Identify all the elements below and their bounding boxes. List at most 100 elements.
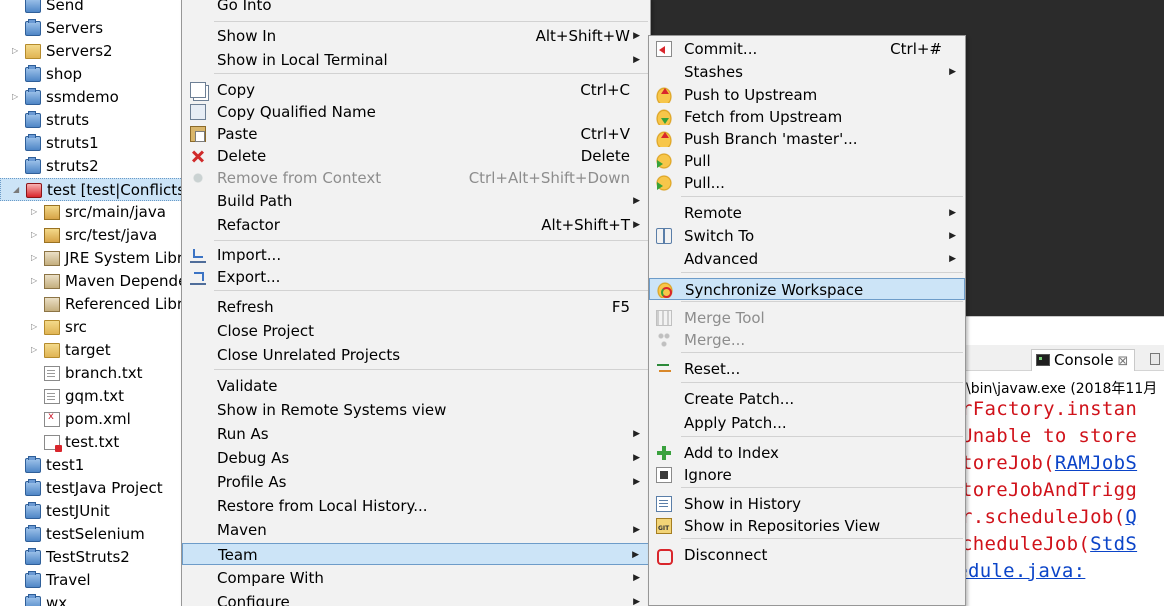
tree-item-teststruts2[interactable]: TestStruts2 <box>0 546 183 569</box>
tree-item-travel[interactable]: Travel <box>0 569 183 592</box>
menu-item-stashes[interactable]: Stashes ▶ <box>649 61 965 83</box>
tree-item-testselenium[interactable]: testSelenium <box>0 523 183 546</box>
tree-expand-icon[interactable]: ▷ <box>31 322 39 332</box>
tree-expand-icon[interactable]: ▷ <box>31 345 39 355</box>
tree-expand-icon[interactable]: ▷ <box>31 276 39 286</box>
menu-item-label: Validate <box>217 377 278 395</box>
tree-item-struts2[interactable]: struts2 <box>0 155 183 178</box>
tree-collapse-icon[interactable]: ◢ <box>13 185 21 195</box>
console-stack-link[interactable]: RAMJobS <box>1055 452 1137 474</box>
menu-item-synchronize-workspace[interactable]: Synchronize Workspace <box>649 278 965 300</box>
tree-item-test-test-conflicts[interactable]: ◢ test [test|Conflicts <box>0 178 183 201</box>
menu-item-export[interactable]: Export... <box>182 266 650 288</box>
ignore-icon <box>656 467 672 483</box>
menu-item-compare-with[interactable]: Compare With ▶ <box>182 567 650 589</box>
menu-item-show-in-history[interactable]: Show in History <box>649 493 965 515</box>
menu-item-paste[interactable]: Paste Ctrl+V <box>182 123 650 145</box>
tree-item-src[interactable]: ▷ src <box>0 316 183 339</box>
menu-item-remote[interactable]: Remote ▶ <box>649 202 965 224</box>
menu-item-label: Commit... <box>684 40 758 58</box>
tree-item-test-txt[interactable]: test.txt <box>0 431 183 454</box>
tree-expand-icon[interactable]: ▷ <box>31 230 39 240</box>
tree-item-testjava-project[interactable]: testJava Project <box>0 477 183 500</box>
tree-item-struts[interactable]: struts <box>0 109 183 132</box>
tree-item-send[interactable]: Send <box>0 0 183 17</box>
tree-expand-icon[interactable]: ▷ <box>31 253 39 263</box>
tree-item-maven-depende[interactable]: ▷ Maven Depende <box>0 270 183 293</box>
console-stack-link[interactable]: Q <box>1125 506 1137 528</box>
menu-item-configure[interactable]: Configure ▶ <box>182 591 650 606</box>
menu-item-show-in-repositories-view[interactable]: Show in Repositories View <box>649 515 965 537</box>
close-icon[interactable]: ⊠ <box>1118 352 1129 372</box>
menu-item-label: Maven <box>217 521 267 539</box>
menu-item-delete[interactable]: Delete Delete <box>182 145 650 167</box>
tree-item-target[interactable]: ▷ target <box>0 339 183 362</box>
console-stack-link[interactable]: StdS <box>1090 533 1137 555</box>
menu-item-commit[interactable]: Commit... Ctrl+# <box>649 38 965 60</box>
menu-item-label: Merge Tool <box>684 309 765 327</box>
menu-item-restore-from-local-history[interactable]: Restore from Local History... <box>182 495 650 517</box>
tree-item-pom-xml[interactable]: pom.xml <box>0 408 183 431</box>
menu-item-create-patch[interactable]: Create Patch... <box>649 388 965 410</box>
tree-item-shop[interactable]: shop <box>0 63 183 86</box>
menu-item-profile-as[interactable]: Profile As ▶ <box>182 471 650 493</box>
text-file-icon <box>44 389 60 404</box>
menu-item-refactor[interactable]: Refactor Alt+Shift+T ▶ <box>182 214 650 236</box>
tree-expand-icon[interactable]: ▷ <box>31 207 39 217</box>
tree-item-ssmdemo[interactable]: ▷ ssmdemo <box>0 86 183 109</box>
menu-item-close-project[interactable]: Close Project <box>182 320 650 342</box>
menu-item-advanced[interactable]: Advanced ▶ <box>649 248 965 270</box>
tree-item-label: Referenced Libr <box>65 295 183 313</box>
menu-item-label: Pull... <box>684 174 725 192</box>
tree-item-src-test-java[interactable]: ▷ src/test/java <box>0 224 183 247</box>
tree-item-servers2[interactable]: ▷ Servers2 <box>0 40 183 63</box>
menu-item-label: Synchronize Workspace <box>685 281 864 299</box>
tree-expand-icon[interactable]: ▷ <box>12 46 20 56</box>
menu-item-build-path[interactable]: Build Path ▶ <box>182 190 650 212</box>
menu-item-run-as[interactable]: Run As ▶ <box>182 423 650 445</box>
tree-item-branch-txt[interactable]: branch.txt <box>0 362 183 385</box>
menu-item-copy-qualified-name[interactable]: Copy Qualified Name <box>182 101 650 123</box>
menu-item-team[interactable]: Team ▶ <box>182 543 650 565</box>
console-error-line: toreJobAndTrigg <box>961 479 1137 501</box>
menu-item-refresh[interactable]: Refresh F5 <box>182 296 650 318</box>
menu-item-push-to-upstream[interactable]: Push to Upstream <box>649 84 965 106</box>
tree-item-wx[interactable]: wx <box>0 592 183 606</box>
menu-item-show-in-local-terminal[interactable]: Show in Local Terminal ▶ <box>182 49 650 71</box>
menu-item-go-into[interactable]: Go Into <box>182 0 650 16</box>
tree-item-struts1[interactable]: struts1 <box>0 132 183 155</box>
tree-item-test1[interactable]: test1 <box>0 454 183 477</box>
menu-item-ignore[interactable]: Ignore <box>649 464 965 486</box>
tree-item-jre-system-libra[interactable]: ▷ JRE System Libra <box>0 247 183 270</box>
tree-expand-icon[interactable]: ▷ <box>12 92 20 102</box>
menu-item-pull[interactable]: Pull <box>649 150 965 172</box>
console-line-text: Unable to store <box>961 425 1138 447</box>
tree-item-src-main-java[interactable]: ▷ src/main/java <box>0 201 183 224</box>
menu-item-add-to-index[interactable]: Add to Index <box>649 442 965 464</box>
menu-item-switch-to[interactable]: Switch To ▶ <box>649 225 965 247</box>
pin-console-icon[interactable] <box>1150 353 1160 365</box>
menu-item-remove-from-context: Remove from Context Ctrl+Alt+Shift+Down <box>182 167 650 189</box>
menu-item-show-in-remote-systems-view[interactable]: Show in Remote Systems view <box>182 399 650 421</box>
tree-item-label: Send <box>46 0 84 14</box>
menu-item-import[interactable]: Import... <box>182 244 650 266</box>
menu-item-show-in[interactable]: Show In Alt+Shift+W ▶ <box>182 25 650 47</box>
tree-item-testjunit[interactable]: testJUnit <box>0 500 183 523</box>
tab-console[interactable]: Console ⊠ <box>1031 349 1136 372</box>
menu-item-push-branch-master[interactable]: Push Branch 'master'... <box>649 128 965 150</box>
menu-item-fetch-from-upstream[interactable]: Fetch from Upstream <box>649 106 965 128</box>
menu-item-pull[interactable]: Pull... <box>649 172 965 194</box>
tree-item-gqm-txt[interactable]: gqm.txt <box>0 385 183 408</box>
tree-item-referenced-libr[interactable]: Referenced Libr <box>0 293 183 316</box>
synchronize-icon <box>657 282 673 298</box>
menu-item-close-unrelated-projects[interactable]: Close Unrelated Projects <box>182 344 650 366</box>
menu-item-maven[interactable]: Maven ▶ <box>182 519 650 541</box>
menu-item-apply-patch[interactable]: Apply Patch... <box>649 412 965 434</box>
menu-item-copy[interactable]: Copy Ctrl+C <box>182 79 650 101</box>
menu-item-disconnect[interactable]: Disconnect <box>649 544 965 566</box>
menu-item-validate[interactable]: Validate <box>182 375 650 397</box>
menu-item-reset[interactable]: Reset... <box>649 358 965 380</box>
tree-item-servers[interactable]: Servers <box>0 17 183 40</box>
menu-item-debug-as[interactable]: Debug As ▶ <box>182 447 650 469</box>
tree-item-label: testJUnit <box>46 502 110 520</box>
